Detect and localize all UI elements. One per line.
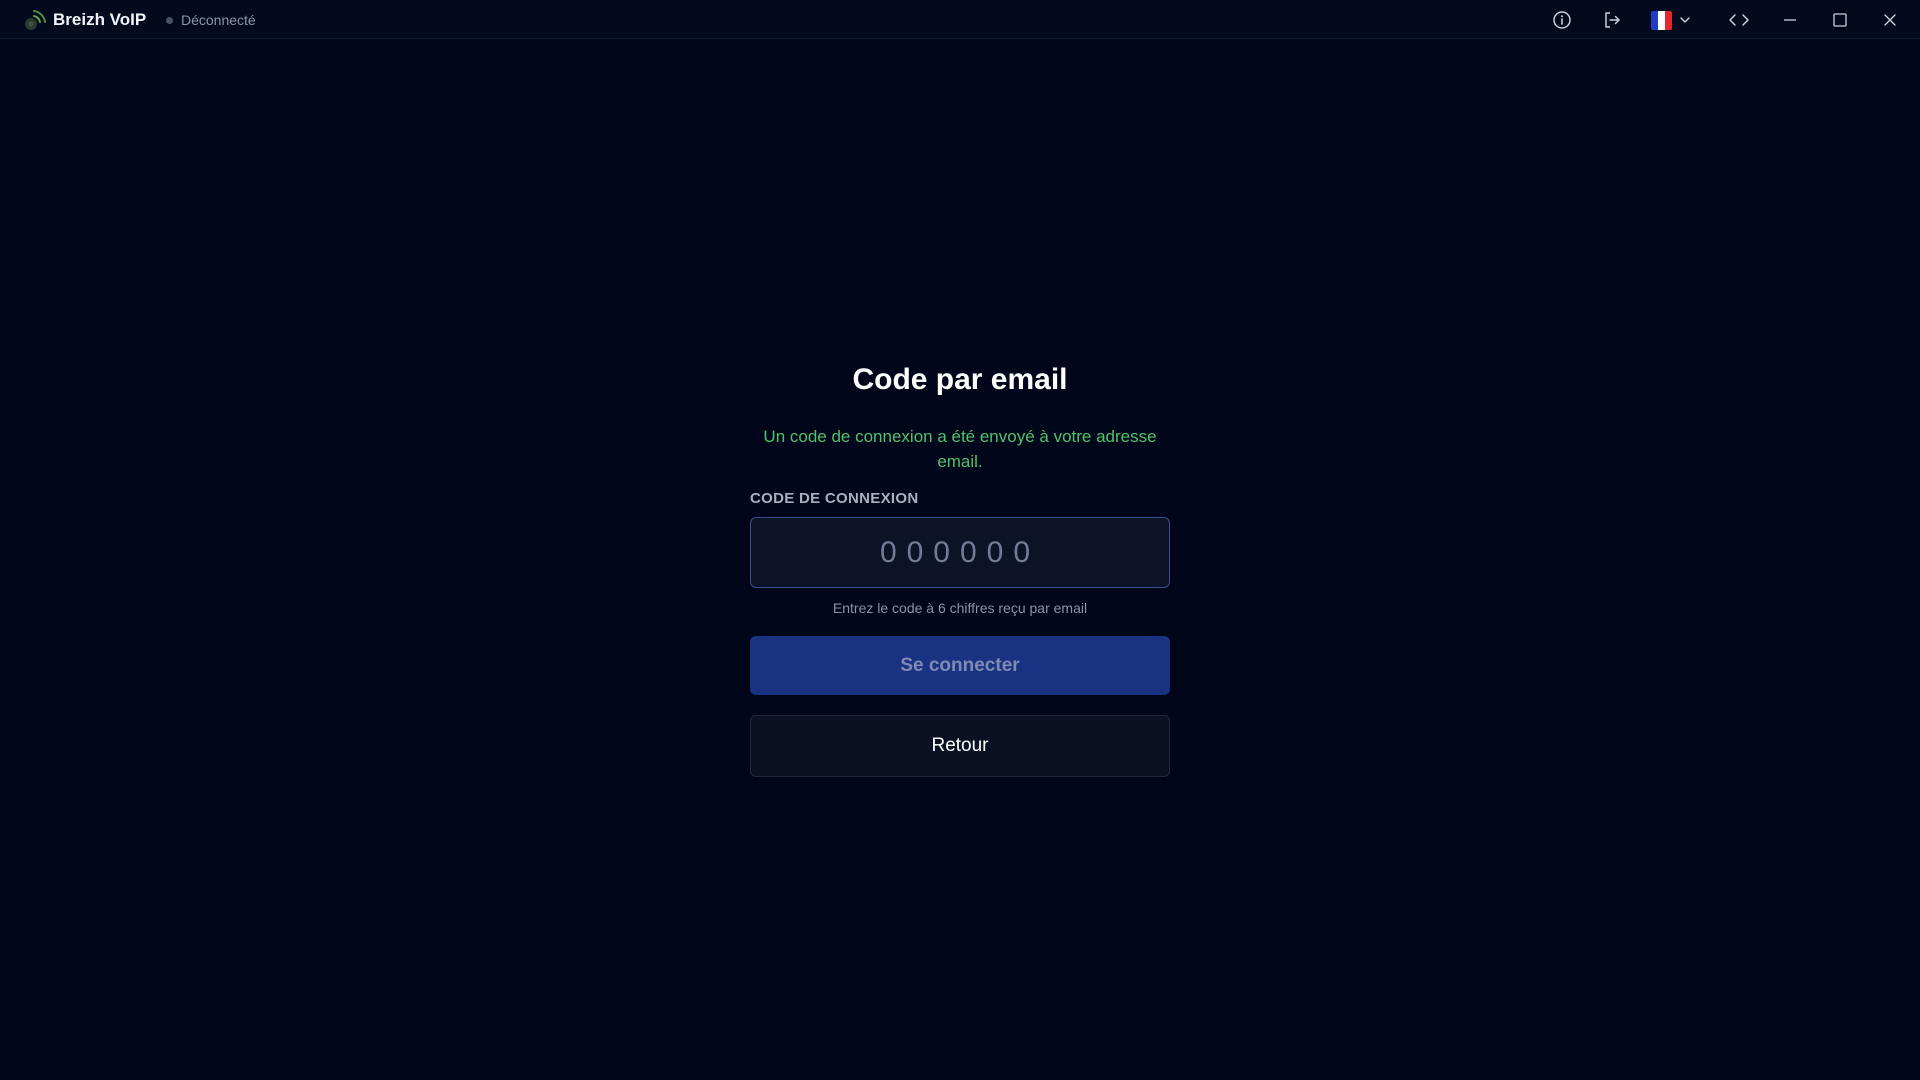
maximize-button[interactable] (1825, 5, 1855, 35)
app-name: Breizh VoIP (53, 10, 147, 29)
code-icon (1729, 14, 1749, 26)
code-field-label: CODE DE CONNEXION (750, 490, 919, 507)
logout-button[interactable] (1597, 5, 1627, 35)
status-label: Déconnecté (181, 12, 256, 28)
connection-status: Déconnecté (166, 11, 256, 29)
app-logo-icon (25, 10, 46, 30)
app-brand: Breizh VoIP (20, 7, 146, 33)
minimize-icon (1784, 19, 1796, 21)
logout-icon (1605, 12, 1620, 28)
language-selector[interactable] (1651, 9, 1690, 31)
title-bar: Breizh VoIP Déconnecté (0, 0, 1920, 39)
status-dot (166, 16, 173, 24)
login-button[interactable]: Se connecter (750, 636, 1170, 695)
maximize-icon (1833, 13, 1847, 27)
success-message: Un code de connexion a été envoyé à votr… (763, 427, 1157, 471)
flag-fr-icon (1651, 10, 1672, 30)
info-icon (1553, 11, 1571, 29)
page-title: Code par email (852, 363, 1068, 396)
back-button[interactable]: Retour (750, 715, 1170, 777)
chevron-down-icon (1680, 17, 1690, 23)
login-code-input[interactable] (750, 517, 1170, 588)
devtools-button[interactable] (1724, 5, 1754, 35)
code-hint: Entrez le code à 6 chiffres reçu par ema… (832, 600, 1088, 616)
minimize-button[interactable] (1775, 5, 1805, 35)
email-code-form: Code par email Un code de connexion a ét… (750, 360, 1170, 777)
close-icon (1884, 14, 1896, 26)
close-button[interactable] (1875, 5, 1905, 35)
info-button[interactable] (1547, 5, 1577, 35)
